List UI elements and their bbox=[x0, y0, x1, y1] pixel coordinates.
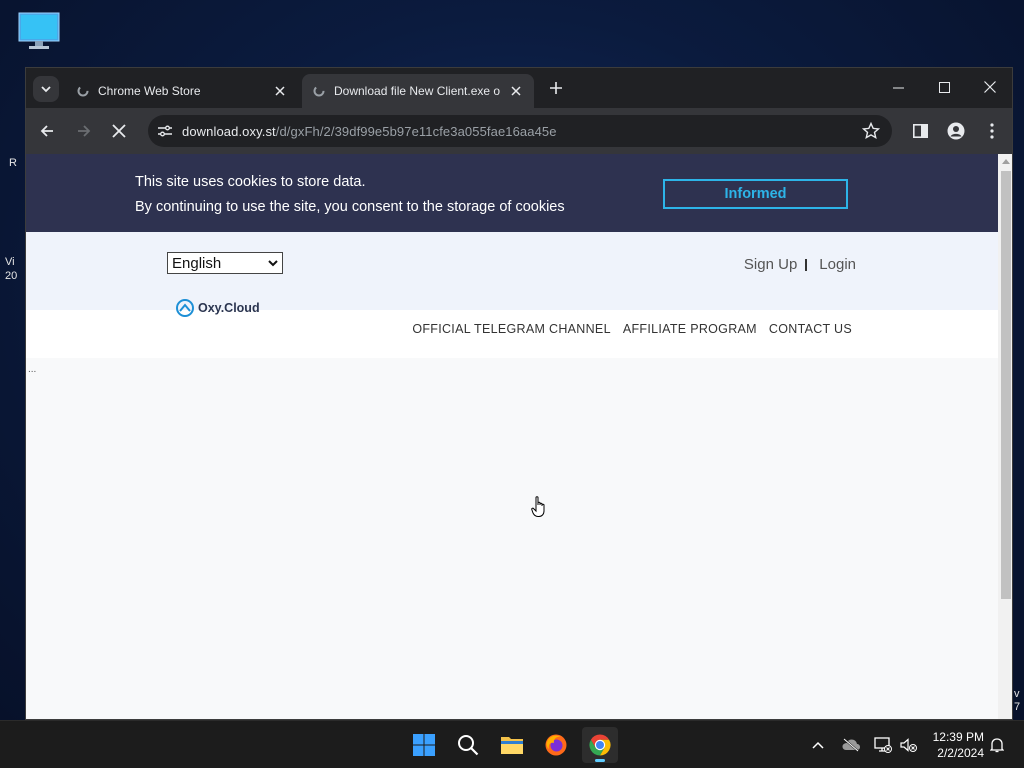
start-button[interactable] bbox=[406, 727, 442, 763]
show-hidden-icons-button[interactable] bbox=[806, 733, 830, 757]
tab-title: Download file New Client.exe o bbox=[334, 84, 501, 98]
close-icon bbox=[112, 124, 126, 138]
loading-spinner-icon bbox=[77, 85, 89, 97]
clock-date: 2/2/2024 bbox=[937, 746, 984, 760]
hand-cursor-icon bbox=[531, 496, 545, 517]
profile-icon bbox=[947, 122, 965, 140]
arrow-left-icon bbox=[40, 125, 53, 137]
tab-strip: Chrome Web Store Download file New Clien… bbox=[26, 68, 1012, 108]
nav-telegram-channel[interactable]: OFFICIAL TELEGRAM CHANNEL bbox=[412, 322, 611, 336]
more-vert-icon bbox=[990, 123, 994, 139]
tab-title: Chrome Web Store bbox=[98, 84, 201, 98]
close-icon bbox=[984, 81, 996, 93]
network-tray-button[interactable] bbox=[871, 733, 895, 757]
active-app-indicator bbox=[595, 759, 605, 762]
desktop-edge-text: R bbox=[9, 157, 17, 169]
cookie-banner: This site uses cookies to store data. By… bbox=[26, 154, 998, 232]
desktop-edge-text: v bbox=[1014, 688, 1020, 700]
auth-divider bbox=[805, 258, 808, 271]
page-scrollbar[interactable] bbox=[998, 154, 1012, 719]
network-disconnected-icon bbox=[874, 737, 892, 753]
windows-taskbar: 12:39 PM 2/2/2024 bbox=[0, 720, 1024, 768]
nav-contact-us[interactable]: CONTACT US bbox=[769, 322, 852, 336]
oxy-cloud-logo[interactable]: Oxy.Cloud bbox=[176, 299, 260, 317]
plus-icon bbox=[550, 82, 562, 94]
bookmark-star-icon[interactable] bbox=[862, 122, 880, 140]
profile-button[interactable] bbox=[944, 119, 968, 143]
site-nav: Oxy.Cloud OFFICIAL TELEGRAM CHANNEL AFFI… bbox=[26, 299, 998, 358]
minimize-icon bbox=[892, 87, 904, 88]
nav-links: OFFICIAL TELEGRAM CHANNEL AFFILIATE PROG… bbox=[412, 322, 852, 336]
new-tab-button[interactable] bbox=[546, 78, 566, 98]
windows-start-icon bbox=[413, 734, 435, 756]
address-bar[interactable]: download.oxy.st/d/gxFh/2/39df99e5b97e11c… bbox=[148, 115, 892, 147]
volume-tray-button[interactable] bbox=[897, 733, 921, 757]
login-link[interactable]: Login bbox=[819, 256, 856, 273]
maximize-icon bbox=[938, 81, 950, 93]
close-window-button[interactable] bbox=[968, 74, 1012, 100]
firefox-button[interactable] bbox=[538, 727, 574, 763]
side-panel-button[interactable] bbox=[908, 119, 932, 143]
maximize-button[interactable] bbox=[922, 74, 966, 100]
volume-muted-icon bbox=[900, 738, 917, 752]
chrome-taskbar-button[interactable] bbox=[582, 727, 618, 763]
clock-time: 12:39 PM bbox=[932, 730, 984, 744]
sign-up-link[interactable]: Sign Up bbox=[744, 256, 797, 273]
chrome-menu-button[interactable] bbox=[980, 119, 1004, 143]
search-icon bbox=[458, 735, 479, 756]
bell-icon bbox=[990, 738, 1004, 753]
file-explorer-button[interactable] bbox=[494, 727, 530, 763]
desktop-edge-text: 7 bbox=[1014, 701, 1021, 713]
chrome-icon bbox=[589, 734, 611, 756]
language-value: English bbox=[172, 254, 222, 272]
system-clock[interactable]: 12:39 PM 2/2/2024 bbox=[933, 729, 984, 761]
tab-download-file[interactable]: Download file New Client.exe o bbox=[302, 74, 534, 108]
minimize-button[interactable] bbox=[876, 74, 920, 100]
notifications-button[interactable] bbox=[985, 733, 1009, 757]
nav-affiliate-program[interactable]: AFFILIATE PROGRAM bbox=[623, 322, 757, 336]
chrome-window: Chrome Web Store Download file New Clien… bbox=[25, 67, 1013, 720]
url-path: /d/gxFh/2/39df99e5b97e11cfe3a055fae16aa4… bbox=[275, 123, 557, 139]
cookie-line-1: This site uses cookies to store data. bbox=[135, 174, 366, 190]
taskbar-search-button[interactable] bbox=[450, 727, 486, 763]
back-button[interactable] bbox=[35, 119, 59, 143]
scrollbar-thumb[interactable] bbox=[1001, 171, 1011, 599]
logo-text: Oxy.Cloud bbox=[198, 301, 260, 315]
site-info-icon[interactable] bbox=[156, 122, 174, 140]
chevron-down-icon bbox=[268, 260, 278, 267]
folder-icon bbox=[501, 737, 523, 754]
tab-search-button[interactable] bbox=[33, 76, 59, 102]
cookie-message: This site uses cookies to store data. By… bbox=[135, 170, 565, 220]
loading-spinner-icon bbox=[313, 85, 325, 97]
close-tab-icon[interactable] bbox=[508, 83, 524, 99]
cloud-offline-icon bbox=[842, 738, 860, 752]
oxy-cloud-logo-icon bbox=[176, 299, 194, 317]
url-host: download.oxy.st bbox=[182, 123, 276, 139]
url-text[interactable]: download.oxy.st/d/gxFh/2/39df99e5b97e11c… bbox=[182, 124, 557, 139]
desktop-edge-text: Vi bbox=[5, 256, 15, 268]
arrow-right-icon bbox=[78, 125, 91, 137]
site-header: English Sign Up Login bbox=[26, 232, 998, 310]
page-viewport: This site uses cookies to store data. By… bbox=[26, 154, 1012, 719]
chevron-down-icon bbox=[41, 86, 51, 93]
onedrive-tray-button[interactable] bbox=[839, 733, 863, 757]
chevron-up-icon bbox=[812, 741, 824, 749]
close-tab-icon[interactable] bbox=[272, 83, 288, 99]
stop-loading-button[interactable] bbox=[107, 119, 131, 143]
browser-toolbar: download.oxy.st/d/gxFh/2/39df99e5b97e11c… bbox=[26, 108, 1012, 154]
desktop-edge-text: 20 bbox=[5, 270, 18, 282]
forward-button[interactable] bbox=[72, 119, 96, 143]
side-panel-icon bbox=[912, 124, 928, 138]
language-select[interactable]: English bbox=[167, 252, 283, 274]
firefox-icon bbox=[545, 734, 567, 756]
this-pc-desktop-icon[interactable] bbox=[18, 12, 60, 50]
scroll-up-icon[interactable] bbox=[1002, 158, 1010, 164]
auth-links: Sign Up Login bbox=[744, 256, 856, 273]
loading-ellipsis: ... bbox=[28, 364, 37, 375]
tab-chrome-web-store[interactable]: Chrome Web Store bbox=[66, 74, 298, 108]
cookie-line-2: By continuing to use the site, you conse… bbox=[135, 199, 565, 215]
cookie-accept-button[interactable]: Informed bbox=[663, 179, 848, 209]
